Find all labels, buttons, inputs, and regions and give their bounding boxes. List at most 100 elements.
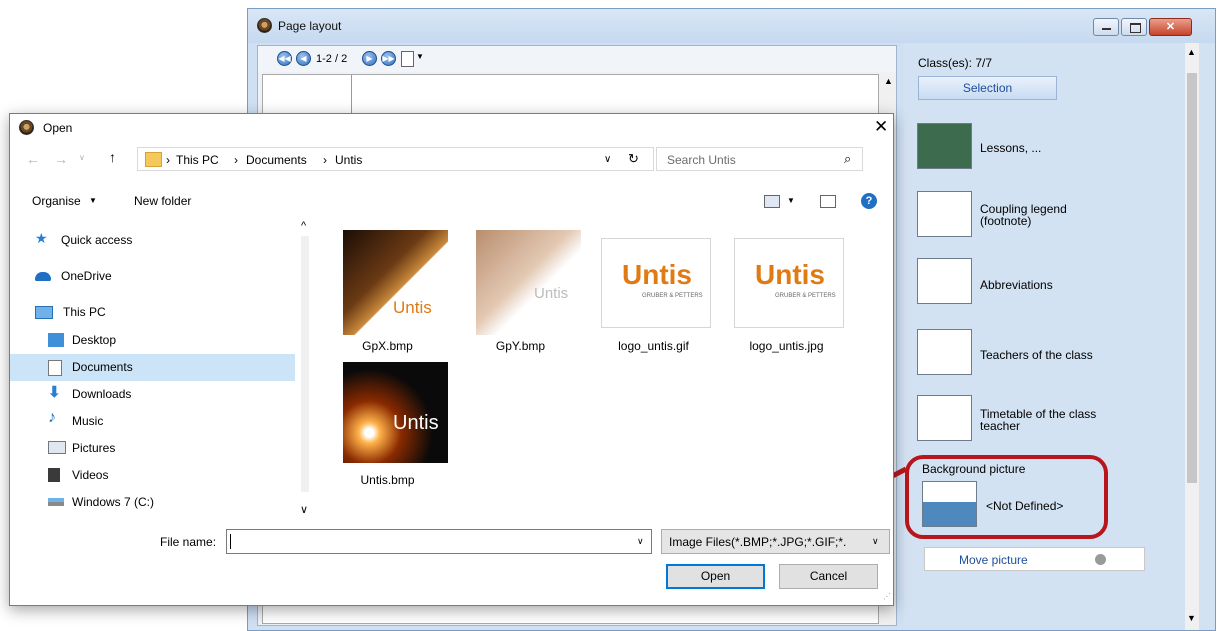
recent-chevron-icon[interactable]: ∨ — [79, 153, 85, 162]
page-counter: 1-2 / 2 — [316, 53, 348, 65]
nav-onedrive[interactable]: OneDrive — [10, 263, 295, 290]
last-page-icon[interactable]: ▶▶ — [381, 51, 396, 66]
thumbnail: Untis — [343, 362, 448, 463]
up-arrow-icon[interactable]: ↑ — [109, 149, 116, 165]
prev-page-icon[interactable]: ◀ — [296, 51, 311, 66]
scroll-down-icon[interactable]: ▼ — [1187, 613, 1196, 623]
breadcrumb-documents[interactable]: Documents — [246, 153, 307, 167]
star-icon: ★ — [35, 230, 48, 246]
move-picture-button[interactable]: Move picture — [924, 547, 1145, 571]
nav-label: Quick access — [61, 233, 133, 247]
first-page-icon[interactable]: ◀◀ — [277, 51, 292, 66]
file-item[interactable]: Untis GRUBER & PETTERS logo_untis.jpg — [724, 230, 849, 353]
nav-music[interactable]: ♪ Music — [10, 408, 295, 435]
selection-button[interactable]: Selection — [918, 76, 1057, 100]
search-icon[interactable]: ⌕ — [844, 151, 851, 167]
scroll-down-icon[interactable]: ∨ — [300, 503, 308, 516]
help-icon[interactable]: ? — [861, 193, 877, 209]
page-options-icon[interactable] — [401, 51, 414, 67]
file-item[interactable]: Untis Untis.bmp — [325, 362, 450, 487]
item-lessons: Lessons, ... — [980, 141, 1042, 155]
cancel-button[interactable]: Cancel — [779, 564, 878, 589]
nav-windows-drive[interactable]: Windows 7 (C:) — [10, 489, 295, 516]
background-picture-highlight — [905, 455, 1108, 539]
computer-icon — [35, 306, 53, 319]
address-bar[interactable]: › This PC › Documents › Untis ∨ ↻ — [137, 147, 654, 171]
scroll-track[interactable] — [301, 236, 309, 492]
file-type-filter[interactable]: Image Files(*.BMP;*.JPG;*.GIF;*. ∨ — [661, 529, 890, 554]
preview-pane-icon[interactable] — [820, 195, 836, 208]
file-item[interactable]: Untis GpY.bmp — [458, 230, 583, 353]
nav-videos[interactable]: Videos — [10, 462, 295, 489]
thumb-text: Untis — [755, 259, 825, 290]
file-name: GpX.bmp — [362, 339, 413, 353]
chevron-down-icon[interactable]: ▼ — [787, 196, 795, 205]
next-page-icon[interactable]: ▶ — [362, 51, 377, 66]
nav-label: Desktop — [72, 333, 117, 347]
file-item[interactable]: Untis GpX.bmp — [325, 230, 450, 353]
chevron-down-icon[interactable]: ▼ — [416, 52, 424, 61]
teachers-icon[interactable] — [917, 329, 972, 375]
chevron-down-icon[interactable]: ∨ — [872, 536, 879, 547]
file-name: logo_untis.jpg — [749, 339, 824, 353]
thumb-text: Untis — [534, 285, 569, 302]
breadcrumb-untis[interactable]: Untis — [335, 153, 362, 167]
nav-downloads[interactable]: ⬇ Downloads — [10, 381, 295, 408]
search-box[interactable]: Search Untis ⌕ — [656, 147, 863, 171]
abbreviations-icon[interactable] — [917, 258, 972, 304]
clear-icon[interactable] — [1095, 554, 1106, 565]
nav-this-pc[interactable]: This PC — [10, 299, 295, 326]
organise-menu[interactable]: Organise — [32, 194, 81, 208]
layout-sidebar: Class(es): 7/7 Selection Lessons, ... Co… — [904, 43, 1215, 630]
refresh-icon[interactable]: ↻ — [628, 151, 639, 167]
file-name: Untis.bmp — [360, 473, 415, 487]
new-folder-button[interactable]: New folder — [134, 194, 191, 208]
nav-quick-access[interactable]: ★ Quick access — [10, 227, 295, 254]
item-coupling-legend: Coupling legend (footnote) — [980, 202, 1067, 228]
chevron-down-icon[interactable]: ▼ — [89, 196, 97, 205]
navigation-scrollbar[interactable]: ^ ∨ — [295, 218, 315, 525]
nav-pictures[interactable]: Pictures — [10, 435, 295, 462]
back-arrow-icon[interactable]: ← — [26, 151, 40, 167]
file-item[interactable]: Untis GRUBER & PETTERS logo_untis.gif — [591, 230, 716, 353]
nav-label: This PC — [63, 305, 106, 319]
folder-icon — [145, 152, 162, 167]
download-icon: ⬇ — [48, 384, 61, 401]
dialog-close-icon[interactable]: ✕ — [874, 117, 888, 137]
minimize-button[interactable] — [1093, 18, 1119, 36]
scroll-up-icon[interactable]: ▲ — [1187, 47, 1196, 57]
class-teacher-timetable-icon[interactable] — [917, 395, 972, 441]
drive-icon — [48, 498, 64, 506]
scroll-thumb[interactable] — [1187, 73, 1197, 483]
open-button[interactable]: Open — [666, 564, 765, 589]
blackboard-icon[interactable] — [917, 123, 972, 169]
nav-label: Videos — [72, 468, 109, 482]
preview-toolbar: ◀◀ ◀ 1-2 / 2 ▶ ▶▶ ▼ — [258, 46, 896, 72]
nav-documents[interactable]: Documents — [10, 354, 295, 381]
chevron-down-icon[interactable]: ∨ — [637, 536, 644, 547]
scroll-up-icon[interactable]: ^ — [301, 220, 306, 232]
resize-grip-icon[interactable]: ⋰ — [883, 592, 891, 601]
item-abbreviations: Abbreviations — [980, 278, 1053, 292]
search-placeholder: Search Untis — [667, 153, 736, 167]
filter-value: Image Files(*.BMP;*.JPG;*.GIF;*. — [669, 535, 847, 549]
sidebar-scrollbar[interactable]: ▲ ▼ — [1185, 43, 1199, 630]
dialog-titlebar[interactable]: Open ✕ — [10, 114, 893, 142]
address-dropdown-icon[interactable]: ∨ — [604, 154, 611, 165]
close-button[interactable]: ✕ — [1149, 18, 1192, 36]
file-name-input[interactable]: ∨ — [226, 529, 652, 554]
nav-label: Downloads — [72, 387, 132, 401]
page-layout-titlebar[interactable]: Page layout ✕ — [248, 9, 1215, 43]
view-options-icon[interactable] — [764, 195, 780, 208]
breadcrumb-this-pc[interactable]: This PC — [176, 153, 219, 167]
chevron-right-icon: › — [234, 153, 238, 167]
pictures-icon — [48, 441, 66, 454]
item-teachers: Teachers of the class — [980, 348, 1093, 362]
coupling-legend-icon[interactable] — [917, 191, 972, 237]
nav-label: Documents — [72, 360, 133, 374]
forward-arrow-icon[interactable]: → — [54, 151, 68, 167]
file-list: Untis GpX.bmp Untis GpY.bmp Untis GRUBER… — [315, 218, 893, 525]
maximize-button[interactable] — [1121, 18, 1147, 36]
nav-desktop[interactable]: Desktop — [10, 327, 295, 354]
scroll-up-icon[interactable]: ▲ — [884, 76, 893, 86]
